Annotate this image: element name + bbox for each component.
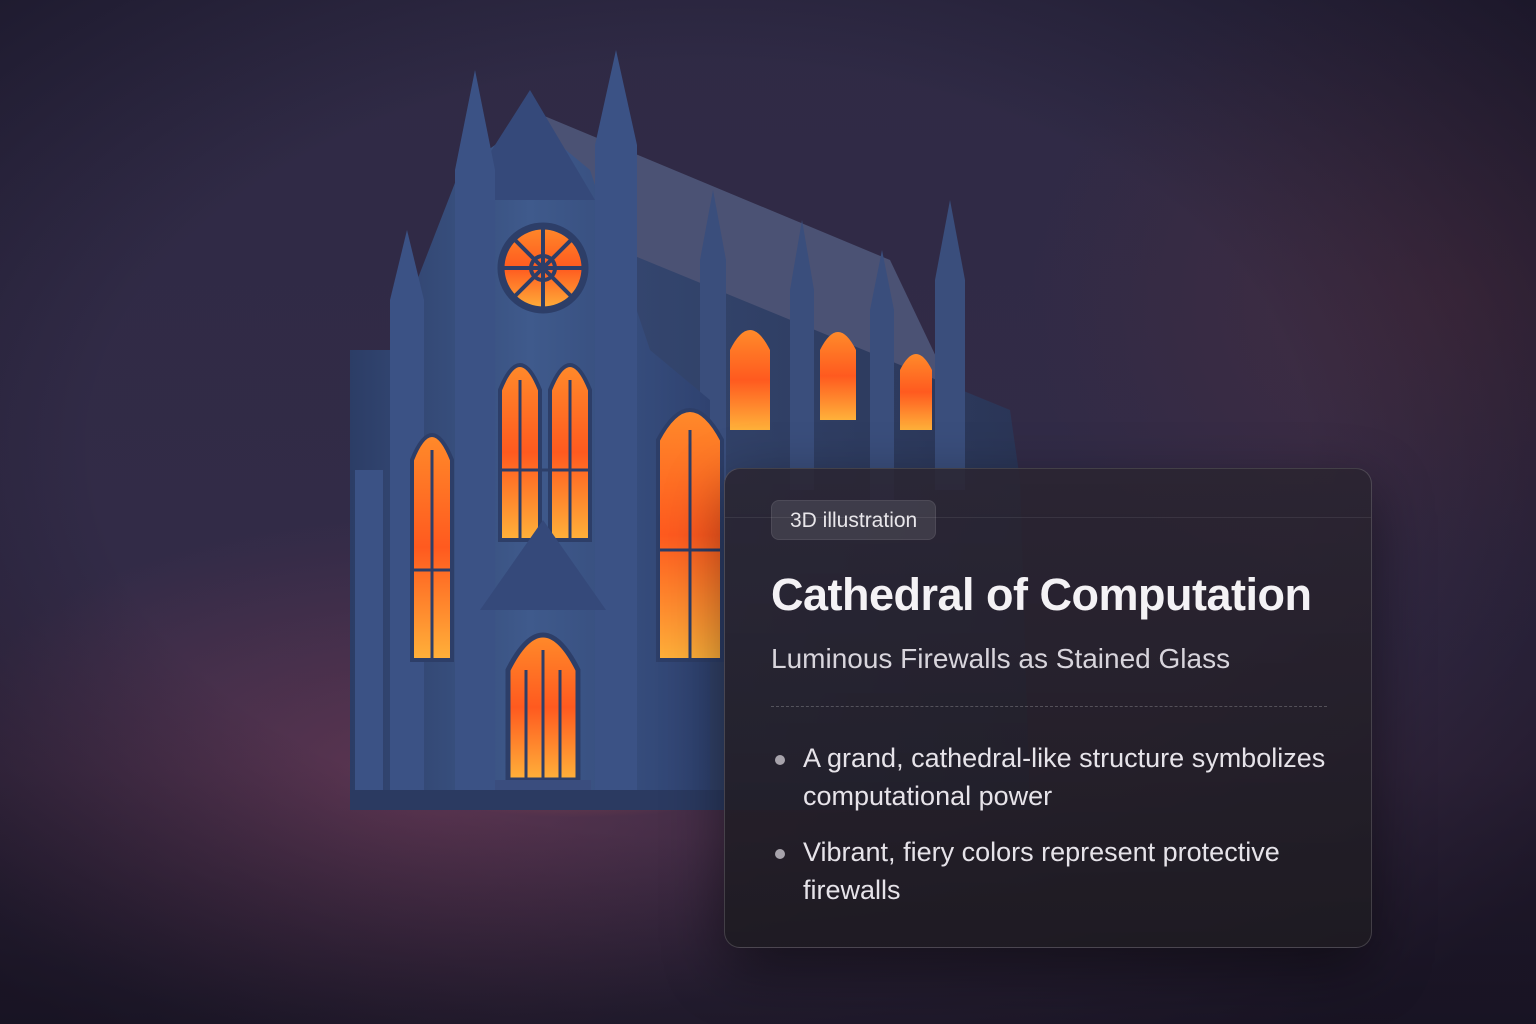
bullet-dot-icon [775,755,785,765]
category-badge: 3D illustration [771,500,937,540]
bullet-text: A grand, cathedral-like structure symbol… [803,743,1326,811]
info-card: 3D illustration Cathedral of Computation… [724,468,1372,948]
rose-petals [501,226,585,310]
card-title: Cathedral of Computation [771,569,1312,620]
card-subtitle: Luminous Firewalls as Stained Glass [771,643,1231,674]
list-item: Vibrant, fiery colors represent protecti… [771,833,1331,909]
bullet-list: A grand, cathedral-like structure symbol… [771,739,1331,927]
bullet-text: Vibrant, fiery colors represent protecti… [803,837,1280,905]
dashed-divider [771,706,1327,707]
bullet-dot-icon [775,849,785,859]
list-item: A grand, cathedral-like structure symbol… [771,739,1331,815]
